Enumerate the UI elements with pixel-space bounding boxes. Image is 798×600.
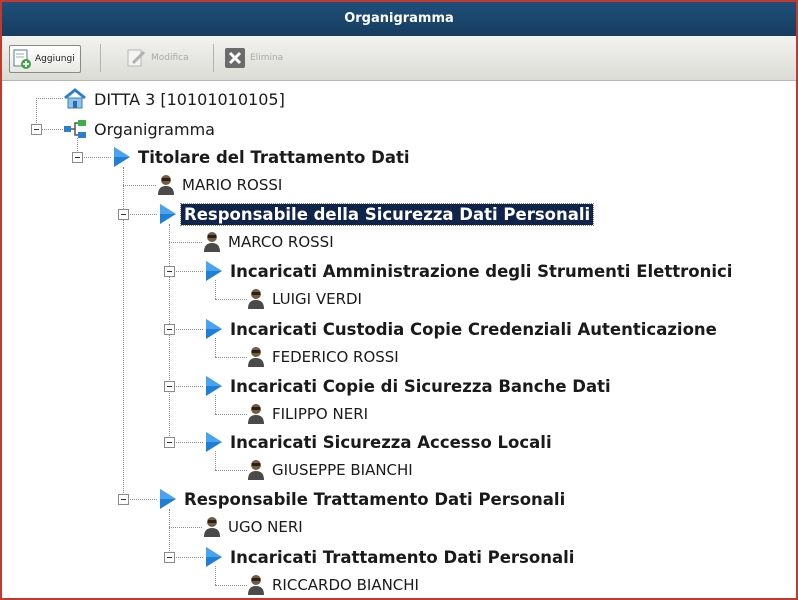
tree-node-role-selected[interactable]: Responsabile della Sicurezza Dati Person…: [157, 201, 595, 227]
collapse-toggle[interactable]: [118, 209, 129, 220]
organigramma-window: Organigramma Aggiungi Modifica Elimina D…: [0, 0, 798, 600]
tree-line: [128, 214, 157, 215]
node-label: Incaricati Sicurezza Accesso Locali: [230, 432, 552, 452]
tree-line: [169, 242, 202, 243]
tree-line: [174, 557, 203, 558]
tree-line: [174, 442, 203, 443]
add-document-icon: [13, 49, 31, 69]
tree-line: [174, 329, 203, 330]
tree-node-role[interactable]: Incaricati Sicurezza Accesso Locali: [203, 429, 555, 455]
org-tree: DITTA 3 [10101010105] Organigramma Titol…: [2, 81, 796, 598]
role-arrow-icon: [206, 376, 222, 396]
add-button-label: Aggiungi: [35, 54, 75, 64]
role-arrow-icon: [206, 547, 222, 567]
organization-chart-icon: [64, 120, 86, 138]
collapse-toggle[interactable]: [31, 124, 42, 135]
collapse-toggle[interactable]: [118, 494, 129, 505]
tree-node-person[interactable]: FILIPPO NERI: [247, 401, 371, 427]
node-label: Titolare del Trattamento Dati: [138, 147, 410, 167]
node-label: Incaricati Amministrazione degli Strumen…: [230, 261, 733, 281]
tree-line: [174, 386, 203, 387]
person-icon: [248, 460, 264, 480]
tree-line: [123, 185, 156, 186]
edit-button[interactable]: Modifica: [124, 45, 193, 71]
tree-node-role[interactable]: Responsabile Trattamento Dati Personali: [157, 486, 568, 512]
collapse-toggle[interactable]: [72, 152, 83, 163]
tree-line: [215, 299, 247, 300]
delete-button[interactable]: Elimina: [221, 45, 287, 71]
tree-node-person[interactable]: FEDERICO ROSSI: [247, 344, 402, 370]
root-label: Organigramma: [94, 119, 215, 139]
node-label: Incaricati Custodia Copie Credenziali Au…: [230, 319, 717, 339]
tree-line: [169, 509, 170, 557]
tree-line: [41, 129, 63, 130]
edit-document-icon: [127, 49, 146, 67]
collapse-toggle[interactable]: [164, 266, 175, 277]
collapse-toggle[interactable]: [164, 552, 175, 563]
node-label: Responsabile Trattamento Dati Personali: [184, 489, 566, 509]
person-icon: [158, 175, 174, 195]
role-arrow-icon: [206, 432, 222, 452]
tree-node-person[interactable]: MARCO ROSSI: [203, 229, 337, 255]
collapse-toggle[interactable]: [164, 324, 175, 335]
tree-node-person[interactable]: LUIGI VERDI: [247, 286, 365, 312]
tree-line: [128, 499, 157, 500]
tree-line: [174, 271, 203, 272]
node-label: GIUSEPPE BIANCHI: [272, 461, 413, 479]
tree-line: [215, 470, 247, 471]
tree-node-role[interactable]: Incaricati Copie di Sicurezza Banche Dat…: [203, 373, 614, 399]
role-arrow-icon: [206, 319, 222, 339]
role-arrow-icon: [160, 204, 176, 224]
tree-node-person[interactable]: RICCARDO BIANCHI: [247, 572, 422, 598]
person-icon: [204, 517, 220, 537]
tree-line: [82, 157, 111, 158]
tree-line: [36, 98, 63, 99]
node-label: Incaricati Copie di Sicurezza Banche Dat…: [230, 376, 611, 396]
company-house-icon: [64, 88, 86, 109]
tree-line: [215, 357, 247, 358]
delete-icon: [225, 48, 245, 68]
node-label: UGO NERI: [228, 518, 303, 536]
node-label: FILIPPO NERI: [272, 405, 369, 423]
person-icon: [248, 347, 264, 367]
add-button[interactable]: Aggiungi: [9, 45, 81, 73]
person-icon: [248, 404, 264, 424]
collapse-toggle[interactable]: [164, 381, 175, 392]
tree-line: [215, 585, 247, 586]
company-label: DITTA 3 [10101010105]: [94, 89, 285, 109]
node-label: Responsabile della Sicurezza Dati Person…: [179, 202, 595, 226]
edit-button-label: Modifica: [151, 53, 189, 63]
collapse-toggle[interactable]: [164, 437, 175, 448]
window-title: Organigramma: [2, 2, 796, 36]
role-arrow-icon: [206, 261, 222, 281]
person-icon: [248, 289, 264, 309]
node-label: LUIGI VERDI: [272, 290, 362, 308]
tree-node-root[interactable]: Organigramma: [63, 116, 218, 142]
node-label: RICCARDO BIANCHI: [272, 576, 419, 594]
tree-node-person[interactable]: GIUSEPPE BIANCHI: [247, 457, 416, 483]
person-icon: [248, 575, 264, 595]
person-icon: [204, 232, 220, 252]
role-arrow-icon: [114, 147, 130, 167]
node-label: MARCO ROSSI: [228, 233, 334, 251]
delete-button-label: Elimina: [250, 53, 284, 63]
toolbar-separator: [213, 44, 214, 72]
tree-node-role[interactable]: Incaricati Custodia Copie Credenziali Au…: [203, 316, 720, 342]
tree-node-company[interactable]: DITTA 3 [10101010105]: [63, 86, 288, 112]
tree-node-role[interactable]: Titolare del Trattamento Dati: [111, 144, 413, 170]
tree-line: [215, 414, 247, 415]
role-arrow-icon: [160, 489, 176, 509]
toolbar-separator: [100, 44, 101, 72]
node-label: FEDERICO ROSSI: [272, 348, 399, 366]
toolbar: Aggiungi Modifica Elimina: [2, 36, 796, 81]
node-label: Incaricati Trattamento Dati Personali: [230, 547, 575, 567]
tree-node-person[interactable]: MARIO ROSSI: [157, 172, 285, 198]
tree-node-role[interactable]: Incaricati Amministrazione degli Strumen…: [203, 258, 735, 284]
tree-node-role[interactable]: Incaricati Trattamento Dati Personali: [203, 544, 577, 570]
tree-line: [169, 527, 202, 528]
node-label: MARIO ROSSI: [182, 176, 283, 194]
tree-node-person[interactable]: UGO NERI: [203, 514, 306, 540]
